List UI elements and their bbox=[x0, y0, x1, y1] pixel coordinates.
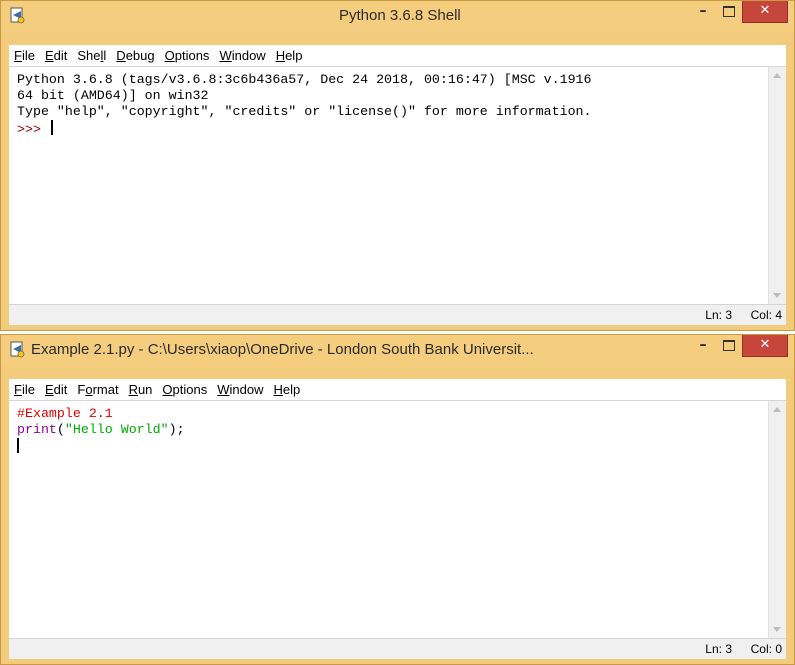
editor-code: #Example 2.1 print("Hello World"); bbox=[17, 406, 764, 456]
menu-options[interactable]: Options bbox=[160, 45, 215, 64]
builtin-print: print bbox=[17, 422, 57, 437]
scroll-up-arrow-icon[interactable] bbox=[773, 407, 781, 412]
shell-statusbar: Ln: 3 Col: 4 bbox=[9, 304, 786, 325]
editor-statusbar: Ln: 3 Col: 0 bbox=[9, 638, 786, 659]
maximize-button[interactable] bbox=[716, 1, 742, 23]
shell-menubar: File Edit Shell Debug Options Window Help bbox=[9, 45, 786, 66]
python-idle-icon bbox=[10, 7, 25, 24]
shell-line: 64 bit (AMD64)] on win32 bbox=[17, 88, 209, 103]
code-line-empty bbox=[17, 438, 764, 456]
shell-line: Type "help", "copyright", "credits" or "… bbox=[17, 104, 592, 119]
menu-file[interactable]: File bbox=[9, 379, 40, 398]
close-paren: ); bbox=[168, 422, 185, 437]
menu-file[interactable]: File bbox=[9, 45, 40, 64]
maximize-icon bbox=[723, 340, 735, 351]
minimize-button[interactable]: – bbox=[690, 335, 716, 357]
maximize-icon bbox=[723, 6, 735, 17]
shell-title: Python 3.6.8 Shell bbox=[339, 7, 461, 24]
shell-window: Python 3.6.8 Shell – ✕ File Edit Shell Debu… bbox=[0, 0, 795, 331]
menu-edit[interactable]: Edit bbox=[40, 45, 72, 64]
close-button[interactable]: ✕ bbox=[742, 335, 788, 357]
column-number: Col: 4 bbox=[750, 308, 782, 322]
code-line-comment: #Example 2.1 bbox=[17, 406, 113, 421]
menu-options[interactable]: Options bbox=[157, 379, 212, 398]
menu-edit[interactable]: Edit bbox=[40, 379, 72, 398]
editor-titlebar[interactable]: Example 2.1.py - C:\Users\xiaop\OneDrive… bbox=[1, 335, 794, 365]
column-number: Col: 0 bbox=[750, 642, 782, 656]
menu-run[interactable]: Run bbox=[124, 379, 158, 398]
line-number: Ln: 3 bbox=[705, 308, 732, 322]
editor-vertical-scrollbar[interactable] bbox=[768, 401, 786, 638]
scroll-down-arrow-icon[interactable] bbox=[773, 293, 781, 298]
code-line-print: print("Hello World"); bbox=[17, 422, 764, 438]
menu-window[interactable]: Window bbox=[212, 379, 268, 398]
shell-line: Python 3.6.8 (tags/v3.6.8:3c6b436a57, De… bbox=[17, 72, 592, 87]
editor-title: Example 2.1.py - C:\Users\xiaop\OneDrive… bbox=[31, 341, 534, 358]
close-button[interactable]: ✕ bbox=[742, 1, 788, 23]
string-literal: "Hello World" bbox=[64, 422, 169, 437]
shell-titlebar[interactable]: Python 3.6.8 Shell – ✕ bbox=[1, 1, 794, 31]
menu-debug[interactable]: Debug bbox=[111, 45, 159, 64]
shell-prompt-line: >>> bbox=[17, 120, 764, 138]
scroll-down-arrow-icon[interactable] bbox=[773, 627, 781, 632]
python-idle-icon bbox=[10, 341, 25, 358]
scroll-up-arrow-icon[interactable] bbox=[773, 73, 781, 78]
menu-window[interactable]: Window bbox=[214, 45, 270, 64]
editor-menubar: File Edit Format Run Options Window Help bbox=[9, 379, 786, 400]
menu-shell[interactable]: Shell bbox=[72, 45, 111, 64]
menu-help[interactable]: Help bbox=[271, 45, 308, 64]
shell-vertical-scrollbar[interactable] bbox=[768, 67, 786, 304]
menu-format[interactable]: Format bbox=[72, 379, 123, 398]
open-paren: ( bbox=[56, 422, 65, 437]
text-cursor bbox=[17, 438, 19, 453]
editor-window: Example 2.1.py - C:\Users\xiaop\OneDrive… bbox=[0, 334, 795, 665]
shell-output: Python 3.6.8 (tags/v3.6.8:3c6b436a57, De… bbox=[17, 72, 764, 138]
maximize-button[interactable] bbox=[716, 335, 742, 357]
shell-prompt: >>> bbox=[17, 122, 41, 137]
line-number: Ln: 3 bbox=[705, 642, 732, 656]
shell-text-area[interactable]: Python 3.6.8 (tags/v3.6.8:3c6b436a57, De… bbox=[9, 66, 786, 304]
minimize-button[interactable]: – bbox=[690, 1, 716, 23]
editor-text-area[interactable]: #Example 2.1 print("Hello World"); bbox=[9, 400, 786, 638]
menu-help[interactable]: Help bbox=[269, 379, 306, 398]
text-cursor bbox=[50, 120, 53, 135]
